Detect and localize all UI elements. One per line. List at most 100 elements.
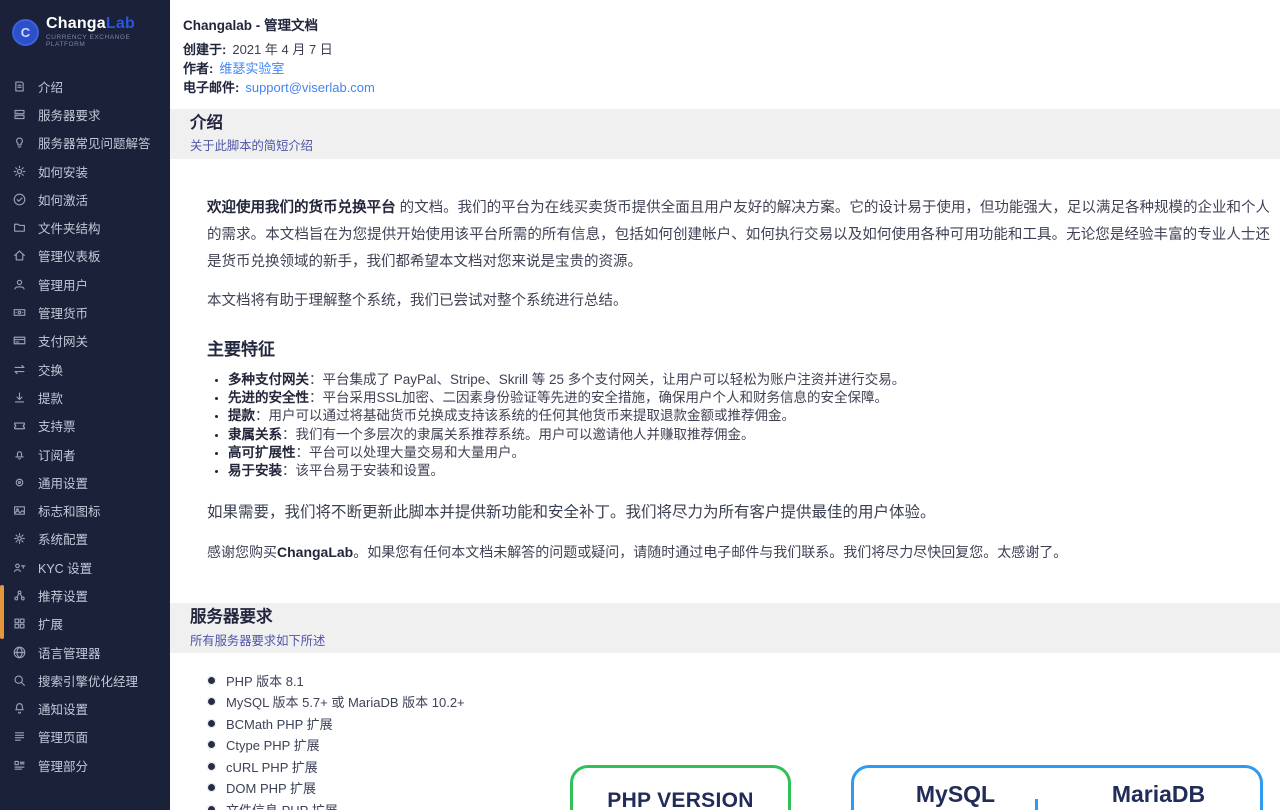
notification-icon [13, 702, 26, 715]
feature-text: ：平台集成了 PayPal、Stripe、Skrill 等 25 多个支付网关，… [309, 372, 905, 387]
sidebar-item-label: 交换 [38, 360, 63, 379]
feature-label: 易于安装 [228, 463, 282, 478]
sidebar-item-15[interactable]: 通用设置 [0, 468, 170, 496]
sidebar-item-label: 通用设置 [38, 473, 88, 492]
sidebar-item-label: 管理货币 [38, 303, 88, 322]
bullet-icon [207, 762, 216, 771]
sidebar-item-label: 扩展 [38, 614, 63, 633]
sidebar-item-9[interactable]: 管理货币 [0, 298, 170, 326]
referral-icon [13, 589, 26, 602]
sidebar-item-21[interactable]: 语言管理器 [0, 638, 170, 666]
sidebar-item-24[interactable]: 管理页面 [0, 723, 170, 751]
sidebar-item-18[interactable]: KYC 设置 [0, 553, 170, 581]
server-requirements-body: PHP 版本 8.1MySQL 版本 5.7+ 或 MariaDB 版本 10.… [170, 653, 1280, 810]
kyc-icon [13, 561, 26, 574]
summary-paragraph: 本文档将有助于理解整个系统，我们已尝试对整个系统进行总结。 [207, 288, 1270, 315]
sidebar-item-11[interactable]: 交换 [0, 355, 170, 383]
sidebar-item-10[interactable]: 支付网关 [0, 327, 170, 355]
server-section-subtitle: 所有服务器要求如下所述 [190, 631, 1280, 649]
doc-header: Changalab - 管理文档 创建于:2021 年 4 月 7 日 作者:维… [170, 0, 1280, 109]
config-icon [13, 532, 26, 545]
requirement-item: MySQL 版本 5.7+ 或 MariaDB 版本 10.2+ [207, 691, 1280, 713]
sidebar-scrollbar-thumb[interactable] [0, 585, 4, 639]
author-link[interactable]: 维瑟实验室 [219, 61, 284, 76]
settings-icon [13, 476, 26, 489]
feature-label: 先进的安全性 [228, 390, 309, 405]
sidebar-item-14[interactable]: 订阅者 [0, 440, 170, 468]
sidebar-item-label: 语言管理器 [38, 643, 101, 662]
updates-paragraph: 如果需要，我们将不断更新此脚本并提供新功能和安全补丁。我们将尽力为所有客户提供最… [207, 501, 1270, 525]
sidebar-item-label: 支持票 [38, 416, 76, 435]
main-content: Changalab - 管理文档 创建于:2021 年 4 月 7 日 作者:维… [170, 0, 1280, 810]
sidebar-item-label: KYC 设置 [38, 558, 92, 577]
sidebar-item-6[interactable]: 文件夹结构 [0, 213, 170, 241]
sidebar-item-13[interactable]: 支持票 [0, 412, 170, 440]
sidebar-item-20[interactable]: 扩展 [0, 610, 170, 638]
sidebar-item-4[interactable]: 如何安装 [0, 157, 170, 185]
sidebar-item-19[interactable]: 推荐设置 [0, 581, 170, 609]
php-badge-label: PHP VERSION [573, 789, 788, 810]
meta-created-label: 创建于: [183, 42, 226, 57]
feature-text: ：我们有一个多层次的隶属关系推荐系统。用户可以邀请他人并赚取推荐佣金。 [282, 427, 755, 442]
sidebar-item-22[interactable]: 搜索引擎优化经理 [0, 666, 170, 694]
feature-label: 隶属关系 [228, 427, 282, 442]
sidebar-item-label: 标志和图标 [38, 501, 101, 520]
sidebar-item-label: 文件夹结构 [38, 218, 101, 237]
card-icon [13, 334, 26, 347]
sidebar-item-12[interactable]: 提款 [0, 383, 170, 411]
gear-icon [13, 165, 26, 178]
sidebar-item-25[interactable]: 管理部分 [0, 751, 170, 779]
feature-item: 隶属关系：我们有一个多层次的隶属关系推荐系统。用户可以邀请他人并赚取推荐佣金。 [228, 426, 1270, 444]
email-link[interactable]: support@viserlab.com [245, 80, 375, 95]
sidebar-item-23[interactable]: 通知设置 [0, 695, 170, 723]
bullet-icon [207, 740, 216, 749]
user-icon [13, 278, 26, 291]
meta-created-value: 2021 年 4 月 7 日 [232, 42, 332, 57]
meta-email-label: 电子邮件: [183, 80, 239, 95]
app-logo[interactable]: C ChangaLab CURRENCY EXCHANGE PLATFORM [0, 0, 170, 48]
requirement-item: Ctype PHP 扩展 [207, 734, 1280, 756]
image-icon [13, 504, 26, 517]
sidebar-item-17[interactable]: 系统配置 [0, 525, 170, 553]
sidebar-item-3[interactable]: 服务器常见问题解答 [0, 129, 170, 157]
download-icon [13, 391, 26, 404]
sidebar-item-8[interactable]: 管理用户 [0, 270, 170, 298]
requirement-item: BCMath PHP 扩展 [207, 712, 1280, 734]
features-list: 多种支付网关：平台集成了 PayPal、Stripe、Skrill 等 25 多… [207, 371, 1270, 480]
folder-icon [13, 221, 26, 234]
requirement-text: DOM PHP 扩展 [226, 778, 316, 797]
intro-section-title: 介绍 [190, 114, 1280, 133]
feature-item: 先进的安全性：平台采用SSL加密、二因素身份验证等先进的安全措施，确保用户个人和… [228, 389, 1270, 407]
sidebar-item-label: 服务器常见问题解答 [38, 133, 151, 152]
sidebar-item-16[interactable]: 标志和图标 [0, 496, 170, 524]
thanks-brand: ChangaLab [277, 544, 353, 560]
pages-icon [13, 730, 26, 743]
sidebar-item-5[interactable]: 如何激活 [0, 185, 170, 213]
ticket-icon [13, 419, 26, 432]
feature-item: 提款：用户可以通过将基础货币兑换成支持该系统的任何其他货币来提取退款金额或推荐佣… [228, 407, 1270, 425]
sidebar-item-label: 管理仪表板 [38, 246, 101, 265]
money-icon [13, 306, 26, 319]
requirement-text: BCMath PHP 扩展 [226, 714, 333, 733]
or-connector-line [1035, 799, 1038, 810]
feature-item: 高可扩展性：平台可以处理大量交易和大量用户。 [228, 444, 1270, 462]
sidebar-item-label: 推荐设置 [38, 586, 88, 605]
meta-created: 创建于: 2021 年 4 月 7 日 [183, 40, 1280, 59]
php-version-badge: PHP VERSION 8.1 [570, 765, 791, 810]
feature-text: ：平台可以处理大量交易和大量用户。 [296, 445, 526, 460]
sidebar-item-label: 如何安装 [38, 162, 88, 181]
sidebar-item-7[interactable]: 管理仪表板 [0, 242, 170, 270]
intro-paragraph: 欢迎使用我们的货币兑换平台 的文档。我们的平台为在线买卖货币提供全面且用户友好的… [207, 195, 1270, 276]
sidebar-item-1[interactable]: 介绍 [0, 72, 170, 100]
feature-label: 提款 [228, 408, 255, 423]
intro-icon [13, 80, 26, 93]
brand-accent: Lab [106, 15, 135, 32]
bullet-icon [207, 719, 216, 728]
brand-tagline: CURRENCY EXCHANGE PLATFORM [46, 35, 162, 48]
sidebar-item-2[interactable]: 服务器要求 [0, 100, 170, 128]
server-section-header: 服务器要求 所有服务器要求如下所述 [170, 603, 1280, 653]
brand-primary: Changa [46, 15, 106, 32]
sections-icon [13, 759, 26, 772]
intro-section-subtitle: 关于此脚本的简短介绍 [190, 136, 1280, 154]
meta-email: 电子邮件: support@viserlab.com [183, 78, 1280, 97]
